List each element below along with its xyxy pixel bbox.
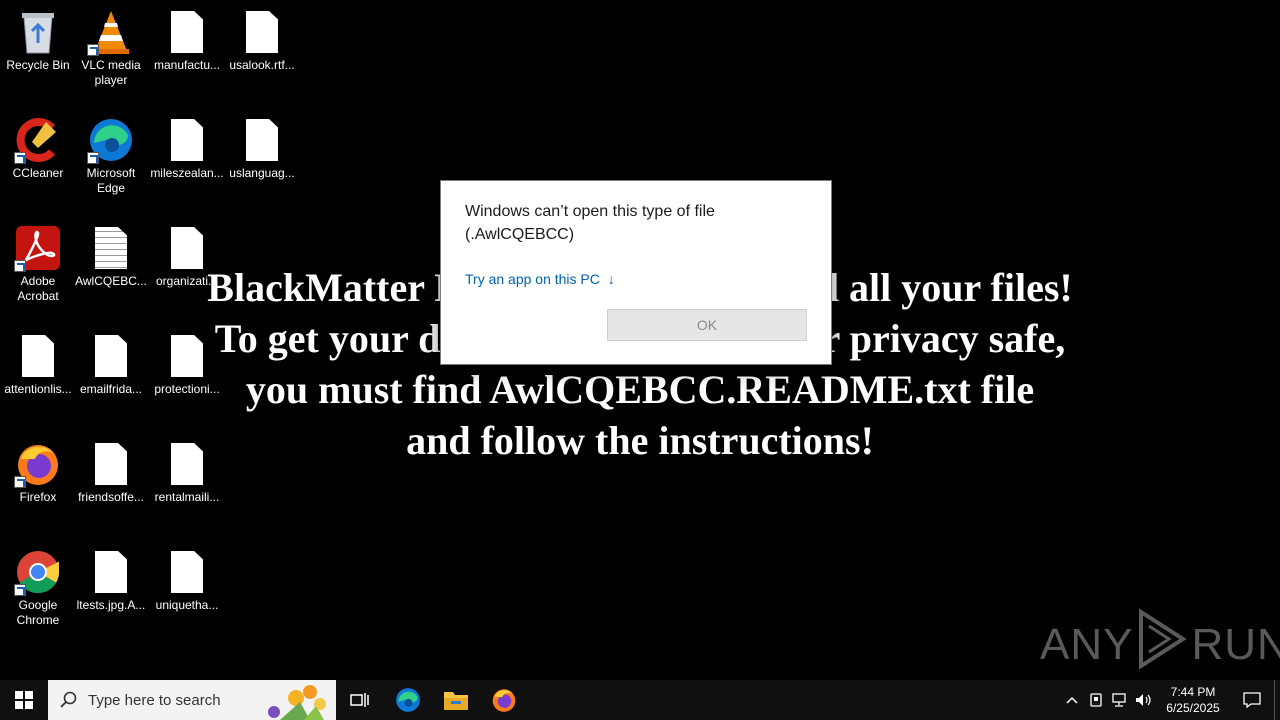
action-center-button[interactable] — [1230, 680, 1274, 720]
desktop-icon-label: Firefox — [19, 490, 57, 504]
desktop-icon-label: rentalmaili... — [154, 490, 220, 504]
desktop-icon-label: CCleaner — [12, 166, 64, 180]
file-icon — [163, 8, 211, 56]
taskbar-firefox-button[interactable] — [480, 680, 528, 720]
file-icon — [163, 116, 211, 164]
play-icon — [1135, 608, 1189, 681]
chevron-up-icon — [1066, 696, 1078, 704]
desktop-icon-label: VLC media player — [81, 58, 141, 87]
taskbar: Type here to search 7:44 PM 6/25/2025 — [0, 680, 1280, 720]
show-hidden-icons-button[interactable] — [1060, 680, 1084, 720]
taskbar-search-box[interactable]: Type here to search — [48, 680, 336, 720]
taskbar-edge-button[interactable] — [384, 680, 432, 720]
arrow-down-icon: ↓ — [607, 271, 615, 287]
dialog-message-line-2: (.AwlCQEBCC) — [465, 226, 575, 243]
start-button[interactable] — [0, 680, 48, 720]
desktop-icon-chrome[interactable]: Google Chrome — [0, 548, 76, 628]
firefox-icon — [492, 689, 516, 712]
desktop-icon-label: usalook.rtf... — [229, 58, 295, 72]
task-view-button[interactable] — [336, 680, 384, 720]
file-icon — [238, 116, 286, 164]
dialog-message-line-1: Windows can’t open this type of file — [465, 203, 715, 220]
system-tray: 7:44 PM 6/25/2025 — [1060, 680, 1280, 720]
desktop-icon-label: Microsoft Edge — [86, 166, 136, 195]
file-icon — [87, 548, 135, 596]
desktop-icon-edge[interactable]: Microsoft Edge — [73, 116, 149, 196]
desktop-icon-label: Recycle Bin — [6, 58, 70, 72]
desktop-icon-label: Google Chrome — [16, 598, 60, 627]
windows-logo-icon — [15, 691, 33, 709]
search-decoration-flowers-icon — [268, 685, 326, 720]
volume-icon — [1136, 694, 1151, 706]
desktop-file-uniquetha[interactable]: uniquetha... — [149, 548, 225, 613]
ccleaner-icon — [14, 116, 62, 164]
desktop-file-manufactu[interactable]: manufactu... — [149, 8, 225, 73]
volume-button[interactable] — [1132, 680, 1156, 720]
watermark-left: ANY — [1040, 619, 1134, 669]
file-icon — [238, 8, 286, 56]
desktop-icon-label: uslanguag... — [229, 166, 295, 180]
dialog-message: Windows can’t open this type of file (.A… — [465, 200, 715, 246]
desktop-file-mileszealan[interactable]: mileszealan... — [149, 116, 225, 181]
taskbar-file-explorer-button[interactable] — [432, 680, 480, 720]
try-app-link[interactable]: Try an app on this PC ↓ — [465, 271, 615, 287]
desktop-icon-recycle-bin[interactable]: Recycle Bin — [0, 8, 76, 73]
open-with-dialog: Windows can’t open this type of file (.A… — [440, 180, 832, 365]
file-icon — [163, 548, 211, 596]
clock-date: 6/25/2025 — [1166, 701, 1220, 715]
try-app-link-label: Try an app on this PC — [465, 271, 600, 287]
edge-icon — [396, 688, 420, 712]
task-view-icon — [350, 693, 369, 707]
chrome-icon — [14, 548, 62, 596]
desktop-icon-ccleaner[interactable]: CCleaner — [0, 116, 76, 181]
desktop-file-usalook[interactable]: usalook.rtf... — [224, 8, 300, 73]
network-button[interactable] — [1108, 680, 1132, 720]
desktop-icon-vlc[interactable]: VLC media player — [73, 8, 149, 88]
ok-button[interactable]: OK — [607, 309, 807, 341]
show-desktop-button[interactable] — [1274, 680, 1280, 720]
recycle-bin-icon — [14, 8, 62, 56]
desktop-file-ltests[interactable]: ltests.jpg.A... — [73, 548, 149, 613]
desktop-icon-label: manufactu... — [153, 58, 221, 72]
edge-icon — [87, 116, 135, 164]
clock-time: 7:44 PM — [1170, 685, 1216, 699]
desktop-icon-label: uniquetha... — [155, 598, 219, 612]
search-placeholder: Type here to search — [88, 691, 221, 709]
ransom-line-4: and follow the instructions! — [406, 418, 874, 463]
vlc-icon — [87, 8, 135, 56]
network-icon — [1112, 693, 1126, 707]
ransom-line-3: you must find AwlCQEBCC.README.txt file — [245, 367, 1035, 412]
device-icon — [1090, 693, 1102, 707]
desktop-file-uslanguag[interactable]: uslanguag... — [224, 116, 300, 181]
anyrun-watermark: ANY RUN — [1040, 608, 1280, 681]
desktop-icon-label: friendsoffe... — [78, 490, 144, 504]
desktop-icon-label: mileszealan... — [150, 166, 224, 180]
tray-device-button[interactable] — [1084, 680, 1108, 720]
folder-icon — [444, 692, 468, 710]
desktop-icon-label: ltests.jpg.A... — [76, 598, 146, 612]
search-icon — [60, 691, 77, 708]
notification-icon — [1243, 692, 1261, 708]
taskbar-clock[interactable]: 7:44 PM 6/25/2025 — [1156, 684, 1230, 716]
watermark-right: RUN — [1191, 619, 1280, 669]
